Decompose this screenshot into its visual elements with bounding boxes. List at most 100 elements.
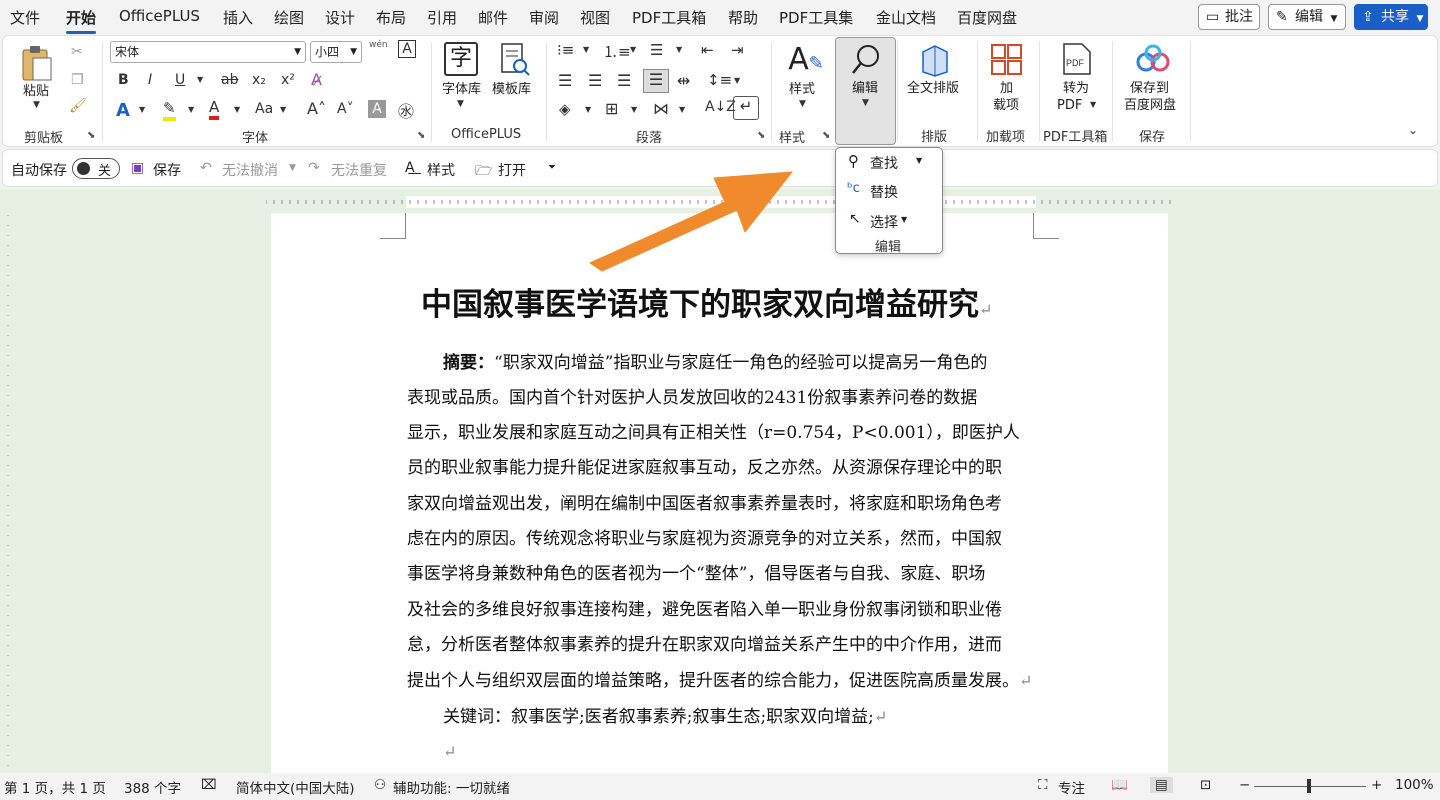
highlight-icon[interactable]: ✎ (163, 99, 176, 121)
chevron-down-icon[interactable]: ▼ (289, 163, 296, 173)
abstract-line-5[interactable]: 家双向增益观出发，阐明在编制中国医者叙事素养量表时，将家庭和职场角色考 (407, 487, 1002, 522)
menu-pdf-toolbox[interactable]: PDF工具箱 (632, 7, 706, 28)
abstract-line-3[interactable]: 显示，职业发展和家庭互动之间具有正相关性（r=0.754，P<0.001），即医… (407, 416, 1020, 451)
abstract-line-4[interactable]: 员的职业叙事能力提升能促进家庭叙事互动，反之亦然。从资源保存理论中的职 (407, 451, 1002, 486)
chevron-down-icon[interactable]: ▼ (457, 99, 464, 109)
page-count[interactable]: 第 1 页，共 1 页 (4, 777, 106, 797)
show-marks-icon[interactable]: ↵ (733, 96, 759, 120)
chevron-down-icon[interactable]: ▼ (734, 76, 740, 85)
dialog-launcher-icon[interactable]: ⬊ (822, 130, 830, 141)
editing-mode-button[interactable]: ✎ 编辑 ▼ (1268, 4, 1346, 30)
select-item[interactable]: 选择 (870, 212, 898, 232)
chevron-down-icon[interactable]: ▼ (631, 105, 637, 114)
menu-mailings[interactable]: 邮件 (478, 7, 508, 28)
read-mode-icon[interactable]: 📖 (1111, 777, 1128, 793)
find-item[interactable]: 查找 (870, 153, 898, 173)
empty-paragraph[interactable]: ↵ (443, 734, 456, 770)
zoom-level[interactable]: 100% (1395, 777, 1434, 793)
justify-icon[interactable]: ☰ (643, 69, 669, 93)
shrink-font-icon[interactable]: A˅ (337, 101, 354, 117)
enclose-characters-icon[interactable]: ㊌ (398, 98, 414, 122)
chevron-down-icon[interactable]: ▼ (585, 105, 591, 114)
dialog-launcher-icon[interactable]: ⬊ (87, 130, 95, 141)
autosave-toggle[interactable]: 关 (72, 158, 120, 179)
customize-qat-icon[interactable]: ⏷ (548, 162, 556, 173)
proofing-icon[interactable]: ⌧ (201, 777, 217, 793)
replace-item[interactable]: 替换 (870, 182, 898, 202)
open-button[interactable]: 打开 (498, 160, 526, 180)
clear-format-icon[interactable]: A̷ (311, 70, 322, 89)
line-spacing-icon[interactable]: ↕≡ (707, 71, 732, 89)
superscript-icon[interactable]: x² (281, 72, 295, 88)
abstract-line-10[interactable]: 提出个人与组织双层面的增益策略，提升医者的综合能力，促进医院高质量发展。↵ (407, 663, 1032, 699)
save-icon[interactable]: ▣ (131, 160, 144, 176)
sort-icon[interactable]: A↓Z (705, 99, 736, 115)
align-left-icon[interactable]: ☰ (558, 71, 572, 90)
dialog-launcher-icon[interactable]: ⬊ (417, 130, 425, 141)
format-painter-icon[interactable]: 🖌 (69, 98, 87, 114)
abstract-line-2[interactable]: 表现或品质。国内首个针对医护人员发放回收的2431份叙事素养问卷的数据 (407, 381, 977, 416)
undo-button[interactable]: 无法撤消 (222, 160, 278, 180)
zoom-in-icon[interactable]: + (1371, 777, 1382, 793)
strikethrough-icon[interactable]: ab (221, 72, 238, 88)
abstract-line-7[interactable]: 事医学将身兼数种角色的医者视为一个“整体”，倡导医者与自我、家庭、职场 (407, 557, 985, 592)
addin-icon[interactable] (990, 43, 1024, 77)
save-button[interactable]: 保存 (153, 160, 181, 180)
character-border-icon[interactable]: A (398, 40, 416, 58)
chevron-down-icon[interactable]: ▼ (234, 105, 240, 114)
phonetic-guide-button[interactable]: wén (369, 40, 388, 50)
redo-icon[interactable]: ↷ (308, 160, 320, 176)
text-effects-icon[interactable]: A (116, 100, 130, 121)
align-center-icon[interactable]: ☰ (588, 71, 602, 90)
print-layout-icon[interactable]: ▤ (1150, 777, 1173, 793)
abstract-line-6[interactable]: 虑在内的原因。传统观念将职业与家庭视为资源竞争的对立关系，然而，中国叙 (407, 522, 1002, 557)
chevron-down-icon[interactable]: ▼ (679, 105, 685, 114)
abstract-line-1[interactable]: 摘要：“职家双向增益”指职业与家庭任一角色的经验可以提高另一角色的 (443, 346, 987, 381)
abstract-line-9[interactable]: 怠，分析医者整体叙事素养的提升在职家双向增益关系产生中的中介作用，进而 (407, 628, 1002, 663)
accessibility-status[interactable]: 辅助功能: 一切就绪 (393, 777, 510, 797)
styles-icon[interactable]: A✎ (788, 42, 824, 78)
chevron-down-icon[interactable]: ▼ (139, 105, 145, 114)
chevron-down-icon[interactable]: ▼ (630, 45, 636, 54)
chevron-down-icon[interactable]: ▼ (916, 156, 922, 165)
decrease-indent-icon[interactable]: ⇤ (701, 41, 714, 59)
numbering-icon[interactable]: ⒈≡ (603, 41, 631, 62)
italic-icon[interactable]: I (148, 72, 152, 88)
menu-references[interactable]: 引用 (427, 7, 457, 28)
font-color-icon[interactable]: A (209, 98, 220, 120)
collapse-ribbon-icon[interactable]: ⌄ (1408, 123, 1418, 137)
folder-icon[interactable]: 🗁 (475, 160, 492, 184)
borders-icon[interactable]: ⊞ (605, 99, 618, 118)
chevron-down-icon[interactable]: ▼ (280, 105, 286, 114)
styles-qat-icon[interactable]: A͟ (405, 160, 415, 176)
menu-layout[interactable]: 布局 (376, 7, 406, 28)
grow-font-icon[interactable]: A˄ (307, 99, 326, 118)
comment-button[interactable]: ▭ 批注 (1198, 4, 1260, 30)
character-shading-icon[interactable]: A (368, 100, 386, 118)
menu-draw[interactable]: 绘图 (274, 7, 304, 28)
underline-icon[interactable]: U (175, 72, 185, 88)
vertical-ruler[interactable] (0, 215, 16, 770)
zoom-out-icon[interactable]: − (1239, 777, 1250, 793)
undo-icon[interactable]: ↶ (200, 160, 212, 176)
menu-baidu-netdisk[interactable]: 百度网盘 (957, 7, 1017, 28)
change-case-icon[interactable]: Aa (255, 101, 273, 117)
menu-review[interactable]: 审阅 (529, 7, 559, 28)
abstract-line-8[interactable]: 及社会的多维良好叙事连接构建，避免医者陷入单一职业身份叙事闭锁和职业倦 (407, 593, 1002, 628)
zoom-slider-thumb[interactable] (1307, 779, 1311, 793)
font-size-combo[interactable]: 小四 ▼ (310, 41, 362, 63)
menu-officeplus[interactable]: OfficePLUS (119, 7, 200, 25)
bullets-icon[interactable]: ⁝≡ (557, 41, 574, 59)
font-library-icon[interactable]: 字 (444, 42, 478, 76)
chevron-down-icon[interactable]: ▼ (901, 215, 907, 224)
menu-insert[interactable]: 插入 (223, 7, 253, 28)
multilevel-list-icon[interactable]: ☰ (650, 41, 663, 59)
cut-icon[interactable]: ✂ (71, 44, 83, 60)
edit-button[interactable]: 编辑 ▼ (835, 37, 896, 145)
styles-qat-button[interactable]: 样式 (427, 160, 455, 180)
chevron-down-icon[interactable]: ▼ (583, 45, 589, 54)
menu-design[interactable]: 设计 (325, 7, 355, 28)
paste-button[interactable] (19, 44, 59, 84)
chevron-down-icon[interactable]: ▼ (1090, 100, 1096, 109)
chevron-down-icon[interactable]: ▼ (197, 75, 203, 84)
